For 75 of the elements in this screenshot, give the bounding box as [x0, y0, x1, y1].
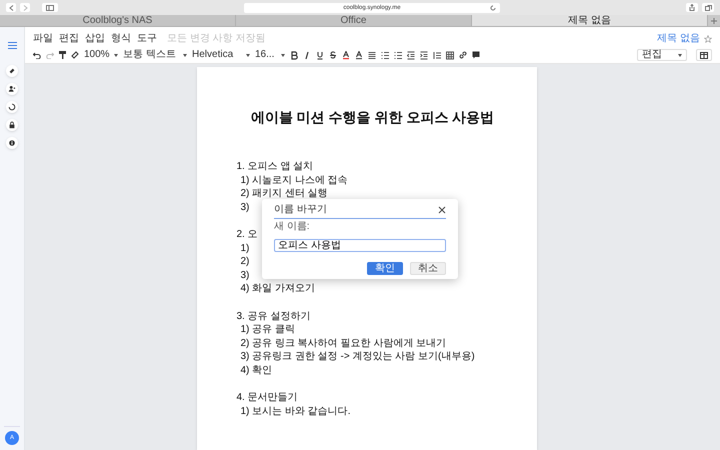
browser-tab[interactable]: Office [236, 15, 472, 26]
line-spacing-icon[interactable] [433, 50, 441, 60]
field-label: 새 이름: [274, 222, 311, 232]
cancel-button[interactable]: 취소 [410, 262, 446, 275]
list-item: 4) 화일 가져오기 [240, 282, 315, 296]
reload-icon[interactable] [490, 4, 496, 10]
table-icon[interactable] [446, 50, 454, 60]
list-item: 3) 공유링크 권한 설정 -> 계정있는 사람 보기(내부용) [240, 350, 475, 364]
share-button[interactable] [686, 3, 698, 12]
menu-item[interactable]: 삽입 [85, 31, 105, 46]
strikethrough-icon[interactable] [329, 50, 337, 60]
highlight-icon[interactable] [355, 50, 363, 60]
font-dropdown[interactable]: Helvetica [192, 50, 250, 60]
browser-tab[interactable]: 제목 없음 [472, 15, 708, 26]
list-item: 3) [240, 200, 250, 214]
sidebar-toggle-button[interactable] [42, 3, 58, 12]
close-icon[interactable] [438, 206, 446, 214]
link-icon[interactable] [459, 50, 467, 60]
menu-item[interactable]: 파일 [33, 31, 53, 46]
save-status: 모든 변경 사항 저장됨 [167, 32, 266, 46]
list-item: 2) 패키지 센터 실행 [240, 187, 328, 200]
font-size-dropdown[interactable]: 16... [255, 50, 285, 60]
list-item: 1) 시놀로지 나스에 접속 [240, 174, 348, 187]
eraser-icon[interactable] [71, 51, 79, 59]
bold-icon[interactable] [290, 50, 298, 60]
tabs-button[interactable] [702, 3, 714, 12]
lock-icon[interactable] [6, 119, 18, 131]
document-name[interactable]: 제목 없음 [657, 31, 700, 46]
list-item: 1) [240, 242, 250, 255]
back-button[interactable] [6, 3, 16, 12]
layout-icon [700, 52, 708, 58]
mode-dropdown[interactable]: 편집 [637, 49, 687, 61]
star-icon[interactable] [704, 34, 712, 42]
menu-item[interactable]: 편집 [59, 31, 79, 46]
list-heading: 1. 오피스 앱 설치 [236, 160, 314, 174]
text-color-icon[interactable] [342, 50, 350, 60]
caret-icon [183, 54, 187, 56]
numbered-list-icon[interactable] [381, 50, 389, 60]
list-item: 2) 공유 링크 복사하여 필요한 사람에게 보내기 [240, 336, 446, 350]
undo-icon[interactable] [33, 52, 41, 58]
document-title: 에이블 미션 수행을 위한 오피스 사용법 [250, 108, 496, 127]
list-item: 4) 확인 [240, 364, 272, 377]
add-user-icon[interactable] [6, 83, 18, 95]
italic-icon[interactable] [303, 50, 311, 60]
dialog-title: 이름 바꾸기 [274, 205, 327, 215]
list-heading: 4. 문서만들기 [236, 391, 298, 404]
increase-indent-icon[interactable] [420, 50, 428, 60]
list-item: 1) 공유 클릭 [240, 323, 295, 336]
info-icon[interactable] [6, 137, 18, 149]
align-icon[interactable] [368, 50, 376, 60]
caret-icon [114, 54, 118, 56]
decrease-indent-icon[interactable] [407, 50, 415, 60]
menu-icon[interactable] [8, 42, 16, 49]
paragraph-style-dropdown[interactable]: 보통 텍스트 [123, 50, 187, 60]
list-heading: 3. 공유 설정하기 [236, 310, 310, 323]
list-item: 3) [240, 268, 250, 282]
menu-item[interactable]: 형식 [111, 31, 131, 46]
underline-icon[interactable] [316, 50, 324, 60]
paint-format-icon[interactable] [59, 51, 66, 59]
zoom-dropdown[interactable]: 100% [84, 50, 118, 60]
list-item: 2) [240, 255, 250, 268]
confirm-button[interactable]: 확인 [367, 262, 403, 275]
new-tab-icon[interactable] [711, 18, 717, 24]
caret-icon [246, 54, 250, 56]
bulleted-list-icon[interactable] [394, 50, 402, 60]
layout-button[interactable] [696, 49, 712, 61]
comment-icon[interactable] [472, 50, 480, 60]
name-input[interactable]: 오피스 사용법 [274, 239, 446, 252]
caret-icon [281, 54, 285, 56]
history-icon[interactable] [6, 101, 18, 113]
list-item: 1) 보시는 바와 같습니다. [240, 404, 351, 418]
list-heading: 2. 오 [236, 228, 258, 242]
browser-tab[interactable]: Coolblog's NAS [0, 15, 236, 26]
menu-item[interactable]: 도구 [137, 31, 157, 46]
caret-icon [678, 54, 682, 56]
